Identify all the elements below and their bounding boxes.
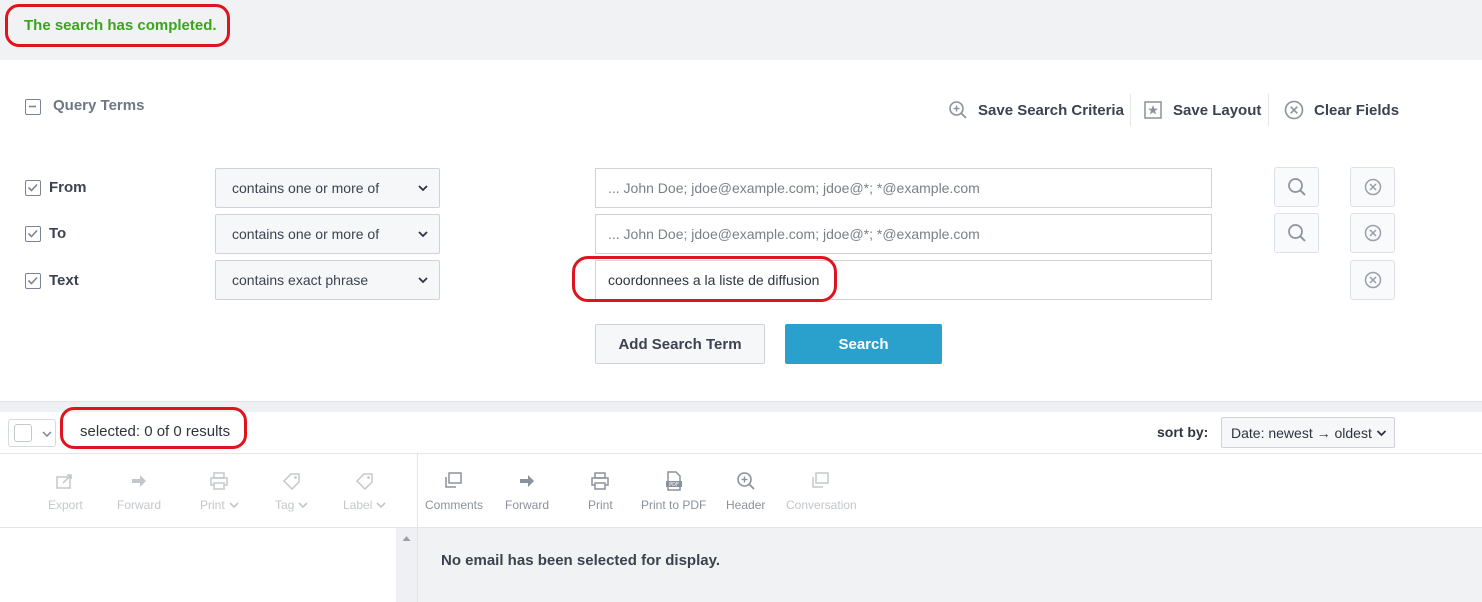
value-input-to[interactable]: ... John Doe; jdoe@example.com; jdoe@*; …	[595, 214, 1212, 254]
zoom-plus-icon	[948, 100, 968, 120]
sort-label: sort by:	[1157, 424, 1209, 440]
circle-x-icon	[1284, 100, 1304, 120]
sort-select[interactable]: Date: newest → oldest	[1221, 417, 1395, 448]
value-input-from[interactable]: ... John Doe; jdoe@example.com; jdoe@*; …	[595, 168, 1212, 208]
save-search-criteria-button[interactable]: Save Search Criteria	[948, 95, 1124, 125]
toolbar-label: Export	[48, 498, 83, 512]
row-checkbox-to[interactable]	[25, 226, 41, 242]
sort-value: Date: newest → oldest	[1231, 424, 1372, 441]
header-button[interactable]: Header	[726, 470, 765, 512]
comments-icon	[444, 470, 464, 492]
chevron-down-icon	[418, 231, 428, 238]
placeholder-text: ... John Doe; jdoe@example.com; jdoe@*; …	[608, 180, 980, 196]
print-icon	[590, 470, 610, 492]
scroll-up-icon[interactable]	[402, 535, 411, 542]
operator-value: contains one or more of	[232, 180, 380, 196]
print-button-list[interactable]: Print	[200, 470, 239, 512]
toolbar-label: Forward	[505, 498, 550, 512]
pdf-icon: PDF	[665, 470, 683, 492]
annotation-ring-text-value	[572, 256, 837, 302]
toolbar-label: Print	[588, 498, 613, 512]
chevron-down-icon	[376, 502, 386, 509]
lookup-button-from[interactable]	[1274, 167, 1319, 207]
comments-button[interactable]: Comments	[425, 470, 483, 512]
toolbar-label: Header	[726, 498, 766, 512]
circle-x-icon	[1364, 178, 1381, 196]
forward-button[interactable]: Forward	[505, 470, 549, 512]
label-button[interactable]: Label	[343, 470, 386, 512]
row-checkbox-from[interactable]	[25, 180, 41, 196]
clear-fields-button[interactable]: Clear Fields	[1284, 95, 1399, 125]
conversation-icon	[811, 470, 831, 492]
collapse-query-icon[interactable]	[25, 99, 41, 115]
field-label-from: From	[49, 179, 87, 196]
field-label-to: To	[49, 225, 67, 242]
remove-term-button-text[interactable]	[1350, 260, 1395, 300]
toolbar-label: Tag	[275, 498, 308, 512]
chevron-down-icon	[418, 277, 428, 284]
select-all-dropdown[interactable]	[8, 419, 56, 447]
message-list-pane	[0, 528, 396, 602]
svg-text:PDF: PDF	[669, 482, 679, 488]
circle-x-icon	[1364, 224, 1381, 242]
add-search-term-button[interactable]: Add Search Term	[595, 324, 765, 364]
toolbar-label: Forward	[117, 498, 162, 512]
field-label-text: Text	[49, 272, 79, 289]
search-button[interactable]: Search	[785, 324, 942, 364]
print-button[interactable]: Print	[588, 470, 613, 512]
row-checkbox-text[interactable]	[25, 273, 41, 289]
remove-term-button-from[interactable]	[1350, 167, 1395, 207]
label-icon	[355, 470, 375, 492]
toolbar-label: Print	[200, 498, 239, 512]
chevron-down-icon	[418, 185, 428, 192]
save-layout-button[interactable]: Save Layout	[1143, 95, 1261, 125]
chevron-down-icon	[42, 431, 52, 438]
label-label: Label	[343, 498, 373, 512]
conversation-button[interactable]: Conversation	[786, 470, 857, 512]
lookup-button-to[interactable]	[1274, 213, 1319, 253]
print-to-pdf-button[interactable]: PDF Print to PDF	[641, 470, 706, 512]
tag-label: Tag	[275, 498, 295, 512]
print-icon	[209, 470, 229, 492]
annotation-ring-status	[5, 4, 230, 47]
operator-select-text[interactable]: contains exact phrase	[215, 260, 440, 300]
header-zoom-icon	[736, 470, 756, 492]
tag-icon	[282, 470, 302, 492]
message-toolbar: Export Forward Print Tag Label Comments	[0, 453, 1482, 528]
chevron-down-icon	[1376, 430, 1387, 437]
toolbar-separator	[1130, 94, 1131, 126]
toolbar-label: Label	[343, 498, 386, 512]
tag-button[interactable]: Tag	[275, 470, 308, 512]
export-icon	[55, 470, 75, 492]
search-icon	[1287, 178, 1306, 196]
chevron-down-icon	[298, 502, 308, 509]
toolbar-label: Conversation	[786, 498, 857, 512]
placeholder-text: ... John Doe; jdoe@example.com; jdoe@*; …	[608, 226, 980, 242]
save-search-criteria-label: Save Search Criteria	[978, 101, 1124, 119]
toolbar-label: Comments	[425, 498, 484, 512]
remove-term-button-to[interactable]	[1350, 213, 1395, 253]
print-label: Print	[200, 498, 225, 512]
export-button[interactable]: Export	[48, 470, 83, 512]
search-icon	[1287, 224, 1306, 242]
toolbar-separator	[1268, 94, 1269, 126]
save-layout-label: Save Layout	[1173, 101, 1262, 119]
forward-button-list[interactable]: Forward	[117, 470, 161, 512]
toolbar-label: Print to PDF	[641, 498, 707, 512]
operator-select-to[interactable]: contains one or more of	[215, 214, 440, 254]
chevron-down-icon	[229, 502, 239, 509]
forward-icon	[130, 470, 148, 492]
select-all-checkbox[interactable]	[14, 424, 32, 442]
star-box-icon	[1143, 100, 1163, 120]
forward-icon	[518, 470, 536, 492]
circle-x-icon	[1364, 271, 1381, 289]
operator-value: contains exact phrase	[232, 272, 369, 288]
empty-preview-message: No email has been selected for display.	[441, 552, 720, 569]
query-terms-label: Query Terms	[53, 97, 145, 114]
operator-value: contains one or more of	[232, 226, 380, 242]
clear-fields-label: Clear Fields	[1314, 101, 1400, 119]
annotation-ring-results	[60, 407, 247, 449]
operator-select-from[interactable]: contains one or more of	[215, 168, 440, 208]
